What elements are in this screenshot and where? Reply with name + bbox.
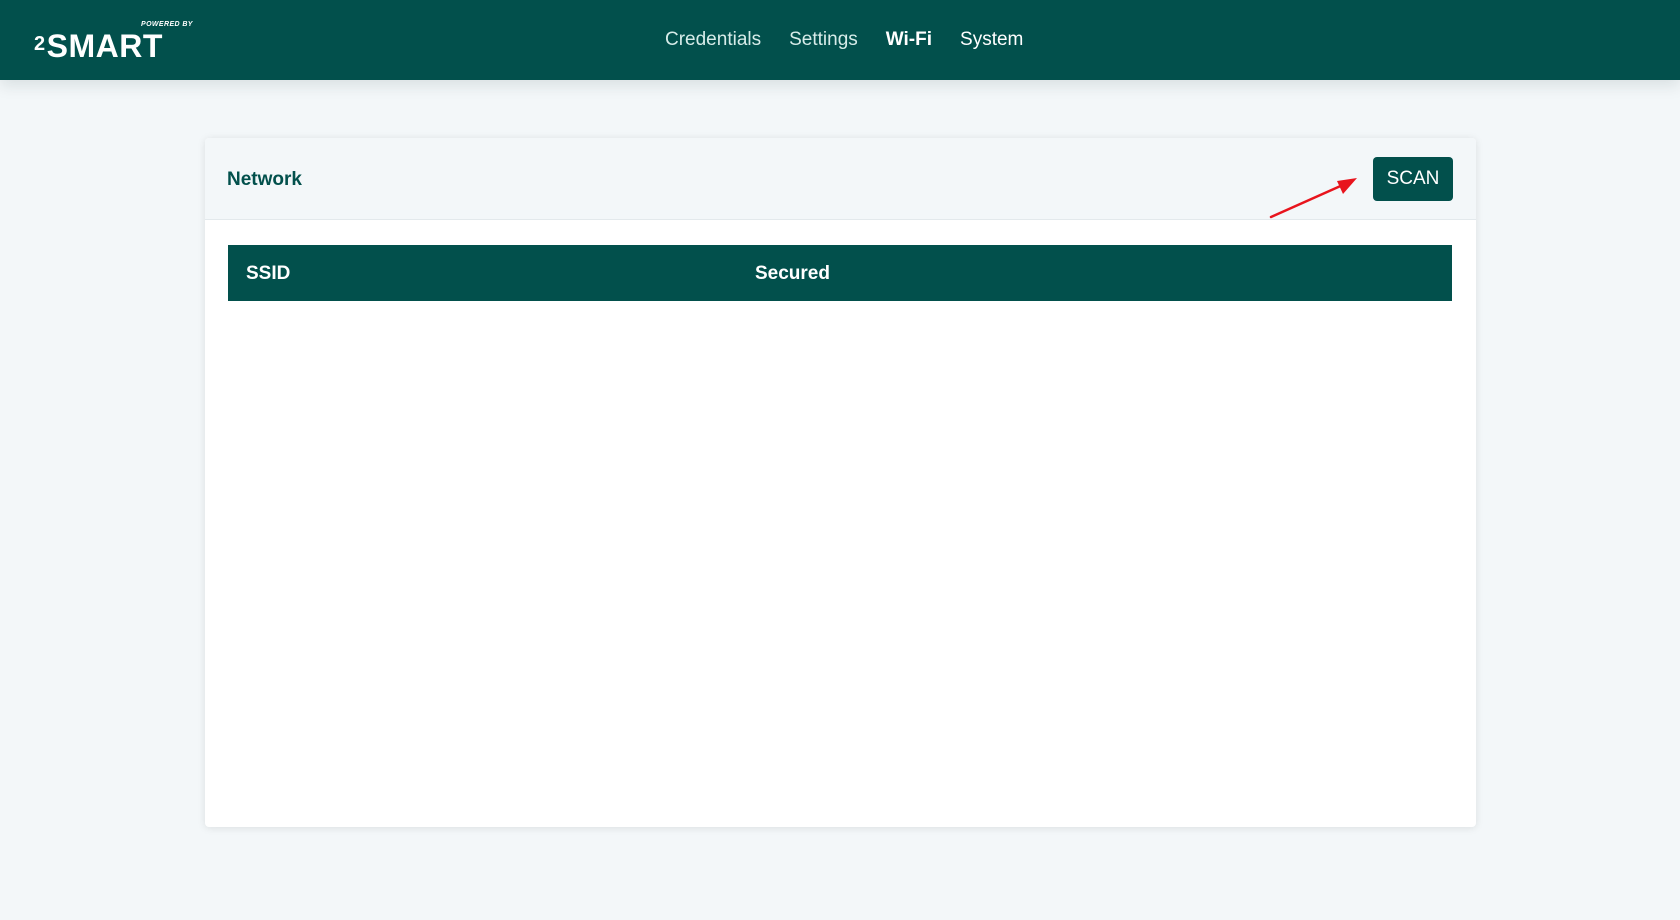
nav-item-settings[interactable]: Settings bbox=[789, 29, 858, 51]
logo-superscript: 2 bbox=[34, 33, 46, 55]
nav-item-wifi[interactable]: Wi-Fi bbox=[886, 29, 932, 51]
column-header-secured[interactable]: Secured bbox=[755, 263, 830, 285]
nav-item-credentials[interactable]: Credentials bbox=[665, 29, 761, 51]
networks-table-header: SSID Secured bbox=[228, 245, 1452, 301]
networks-table-body bbox=[228, 301, 1452, 781]
logo-name: SMART bbox=[46, 28, 163, 64]
logo-powered-by: POWERED BY bbox=[141, 21, 193, 28]
card-title: Network bbox=[227, 169, 302, 190]
top-navigation-bar: POWERED BY 2SMART Credentials Settings W… bbox=[0, 0, 1680, 80]
column-header-ssid[interactable]: SSID bbox=[246, 263, 290, 285]
logo-wordmark: 2SMART bbox=[34, 28, 163, 62]
scan-button[interactable]: SCAN bbox=[1373, 157, 1453, 201]
network-card: Network SCAN SSID Secured bbox=[205, 138, 1476, 827]
main-nav: Credentials Settings Wi-Fi System bbox=[665, 0, 1051, 80]
card-header: Network SCAN bbox=[205, 138, 1476, 220]
nav-item-system[interactable]: System bbox=[960, 29, 1023, 51]
red-arrow-icon bbox=[1269, 178, 1357, 219]
brand-logo[interactable]: POWERED BY 2SMART bbox=[34, 20, 204, 62]
